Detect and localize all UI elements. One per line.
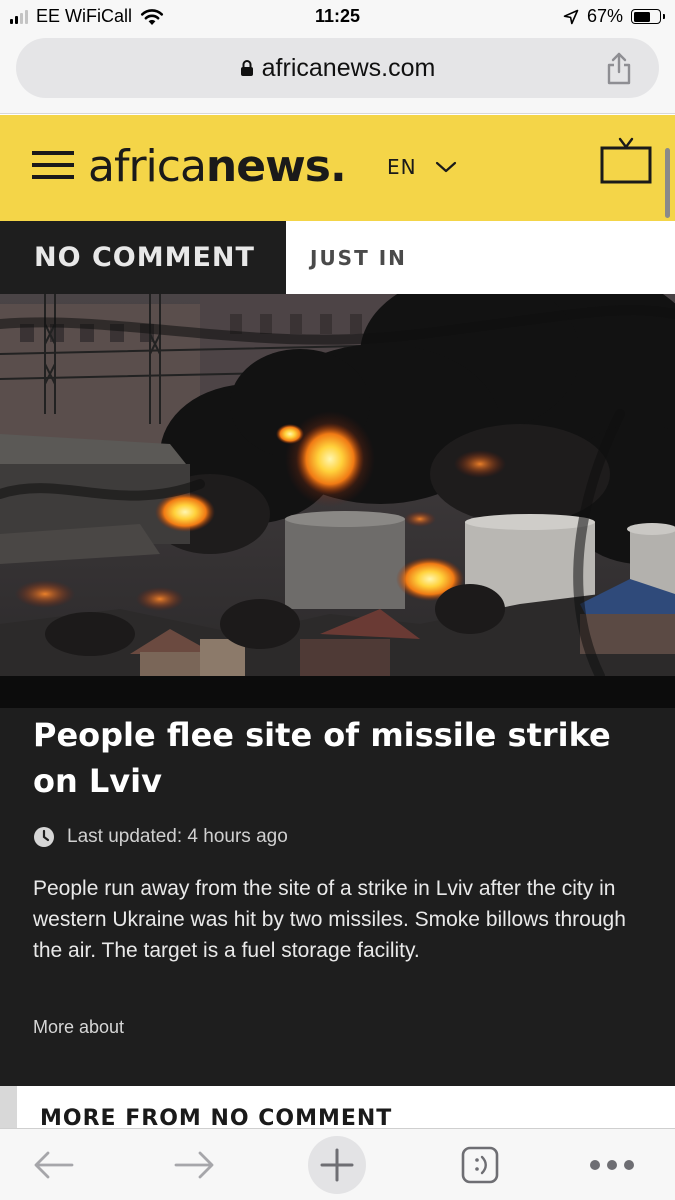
browser-address-area: africanews.com <box>0 34 675 114</box>
more-from-title: MORE FROM NO COMMENT <box>40 1106 393 1130</box>
tabs-icon[interactable] <box>458 1137 502 1193</box>
battery-icon <box>631 9 665 24</box>
battery-percent: 67% <box>586 6 623 26</box>
section-edge <box>0 1086 17 1130</box>
article-card: People flee site of missile strike on Lv… <box>0 708 675 1086</box>
site-header: africanews. EN <box>0 115 675 221</box>
article-timestamp: Last updated: 4 hours ago <box>33 826 288 848</box>
article-summary: People run away from the site of a strik… <box>33 877 626 962</box>
hamburger-menu-icon[interactable] <box>32 151 74 183</box>
forward-arrow-icon[interactable] <box>172 1137 218 1193</box>
share-icon[interactable] <box>603 51 635 85</box>
back-arrow-icon[interactable] <box>30 1137 76 1193</box>
language-label: EN <box>387 155 417 179</box>
more-icon[interactable] <box>588 1137 636 1193</box>
tv-icon[interactable] <box>600 135 652 185</box>
address-bar[interactable]: africanews.com <box>16 38 659 98</box>
tab-just-in[interactable]: JUST IN <box>310 221 407 294</box>
article-headline[interactable]: People flee site of missile strike on Lv… <box>33 712 643 804</box>
africanews-logo[interactable]: africanews. <box>88 141 347 193</box>
clock-icon <box>34 827 54 847</box>
url-text: africanews.com <box>261 53 436 82</box>
scrollbar-thumb[interactable] <box>665 148 670 218</box>
more-from-section: MORE FROM NO COMMENT <box>0 1086 675 1130</box>
article-hero-image[interactable] <box>0 294 675 676</box>
location-arrow-icon <box>563 9 579 24</box>
image-bottom-band <box>0 676 675 708</box>
more-about-link[interactable]: More about <box>33 1017 124 1038</box>
status-right: 67% <box>563 6 665 27</box>
address-content: africanews.com <box>16 38 659 98</box>
lock-icon <box>240 60 253 76</box>
last-updated-label: Last updated: 4 hours ago <box>67 826 288 847</box>
chevron-down-icon <box>435 161 456 173</box>
tab-no-comment[interactable]: NO COMMENT <box>0 221 286 294</box>
language-selector[interactable]: EN <box>387 155 457 179</box>
status-bar: EE WiFiCall 11:25 67% <box>0 0 675 34</box>
new-tab-icon[interactable] <box>308 1136 366 1194</box>
fire-smoke-illustration <box>0 294 675 676</box>
browser-toolbar <box>0 1128 675 1200</box>
section-tabs: NO COMMENT JUST IN <box>0 221 675 294</box>
